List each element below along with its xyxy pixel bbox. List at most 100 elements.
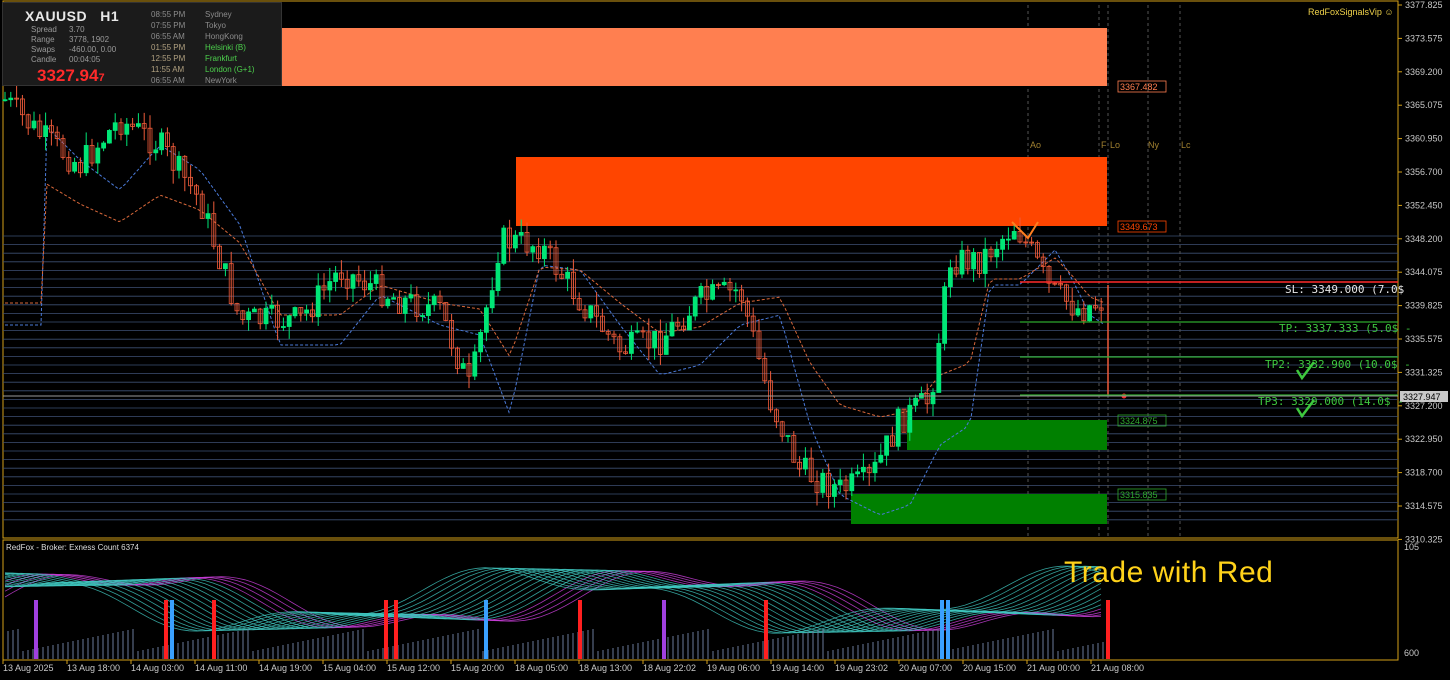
bull-candle [304, 309, 310, 314]
time-axis-label: 19 Aug 23:02 [835, 663, 888, 673]
zone-price-tag: 3324.875 [1120, 416, 1158, 426]
bull-candle [107, 130, 112, 144]
signal-bar [212, 600, 216, 659]
bull-candle [1075, 308, 1081, 316]
bull-candle [269, 304, 275, 309]
indicator-axis-bottom: 600 [1404, 648, 1419, 658]
bull-candle [280, 326, 286, 328]
bull-candle [936, 342, 942, 393]
bull-candle [408, 294, 414, 299]
timeframe: H1 [100, 8, 120, 24]
time-axis-label: 13 Aug 18:00 [67, 663, 120, 673]
session-row: 01:55 PM Helsinki (B) [151, 42, 255, 53]
session-time: 06:55 AM [151, 76, 185, 85]
price-axis-label: 3318.700 [1405, 468, 1443, 478]
bull-candle [222, 263, 228, 270]
bull-candle [373, 274, 379, 284]
bull-candle [785, 435, 791, 437]
bull-candle [855, 471, 860, 475]
price-axis-label: 3322.950 [1405, 434, 1443, 444]
session-marker-label: Ny [1148, 140, 1159, 150]
time-axis-label: 14 Aug 11:00 [195, 663, 247, 673]
session-row: 06:55 AM HongKong [151, 31, 255, 42]
price-axis-label: 3369.200 [1405, 67, 1443, 77]
session-marker-label: Lo [1110, 140, 1120, 150]
bull-candle [837, 479, 843, 486]
zone-price-tag: 3367.482 [1120, 82, 1158, 92]
bull-candle [663, 335, 669, 355]
bull-candle [420, 315, 426, 317]
bull-candle [8, 97, 14, 101]
bull-candle [205, 213, 211, 219]
session-row: 07:55 PM Tokyo [151, 20, 255, 31]
price-axis-label: 3344.075 [1405, 267, 1443, 277]
current-price-tag: 3327.947 [1403, 392, 1441, 402]
brand-label: RedFoxSignalsVip ☺ [1308, 7, 1394, 17]
signal-bar [164, 600, 168, 659]
bull-candle [518, 232, 524, 236]
session-row: 06:55 AM NewYork [151, 75, 255, 86]
bull-candle [292, 307, 298, 317]
session-row: 12:55 PM Frankfurt [151, 53, 255, 64]
price-axis-label: 3373.575 [1405, 33, 1443, 43]
bull-candle [733, 289, 739, 292]
time-axis-label: 15 Aug 04:00 [323, 663, 376, 673]
bull-candle [849, 473, 855, 492]
bull-candle [588, 305, 594, 319]
tp2-level-label: TP2: 3332.900 (10.0$ - [1265, 358, 1411, 371]
bull-candle [1087, 305, 1092, 322]
bull-candle [1011, 230, 1017, 240]
session-time: 11:55 AM [151, 65, 185, 74]
bull-candle [460, 363, 466, 369]
signal-bar [34, 600, 38, 659]
bull-candle [994, 248, 1000, 258]
bull-candle [101, 142, 106, 149]
zone-price-tag: 3349.673 [1120, 222, 1158, 232]
bull-candle [391, 297, 397, 300]
session-time: 06:55 AM [151, 32, 185, 41]
signal-bar [170, 600, 174, 659]
bull-candle [948, 267, 953, 288]
session-name: Sydney [205, 10, 232, 19]
trade-with-red-watermark: Trade with Red [1064, 556, 1274, 589]
bull-candle [431, 295, 437, 306]
bull-candle [385, 298, 391, 307]
time-axis-label: 15 Aug 12:00 [387, 663, 440, 673]
current-price: 3327.947 [37, 67, 105, 87]
bull-candle [333, 272, 339, 282]
session-time: 08:55 PM [151, 10, 186, 19]
symbol-name: XAUUSD [25, 8, 88, 24]
bull-candle [83, 145, 89, 174]
bull-candle [634, 330, 640, 333]
sl-level-label: SL: 3349.000 (7.0$ [1285, 283, 1405, 296]
spread-label: Spread [31, 25, 57, 34]
session-marker-label: Ao [1030, 140, 1041, 150]
demand-zone-upper [907, 420, 1107, 450]
bull-candle [930, 392, 936, 405]
tp3-level-label: TP3: 3329.000 (14.0$ - [1258, 395, 1404, 408]
signal-bar [662, 600, 666, 659]
bull-candle [478, 331, 484, 353]
market-sessions: 08:55 PM Sydney 07:55 PM Tokyo 06:55 AM HongK… [151, 9, 255, 86]
bull-candle [698, 286, 704, 298]
bull-candle [495, 262, 501, 292]
bull-candle [884, 435, 889, 456]
bull-candle [31, 120, 37, 129]
price-axis-label: 3348.200 [1405, 234, 1443, 244]
candle-label: Candle [31, 55, 57, 64]
price-axis-label: 3365.075 [1405, 100, 1443, 110]
bull-candle [489, 290, 495, 309]
bull-candle [263, 307, 269, 325]
tp1-level-label: TP: 3337.333 (5.0$ - [1279, 322, 1412, 335]
price-axis-label: 3314.575 [1405, 501, 1443, 511]
session-name: HongKong [205, 32, 243, 41]
bull-candle [2, 99, 8, 102]
bull-candle [501, 227, 507, 264]
time-axis-label: 13 Aug 2025 [3, 663, 54, 673]
bull-candle [878, 454, 884, 463]
time-axis-label: 18 Aug 05:00 [515, 663, 568, 673]
bull-candle [803, 457, 808, 470]
bull-candle [402, 297, 408, 314]
bull-candle [542, 245, 547, 260]
bull-candle [669, 321, 675, 337]
